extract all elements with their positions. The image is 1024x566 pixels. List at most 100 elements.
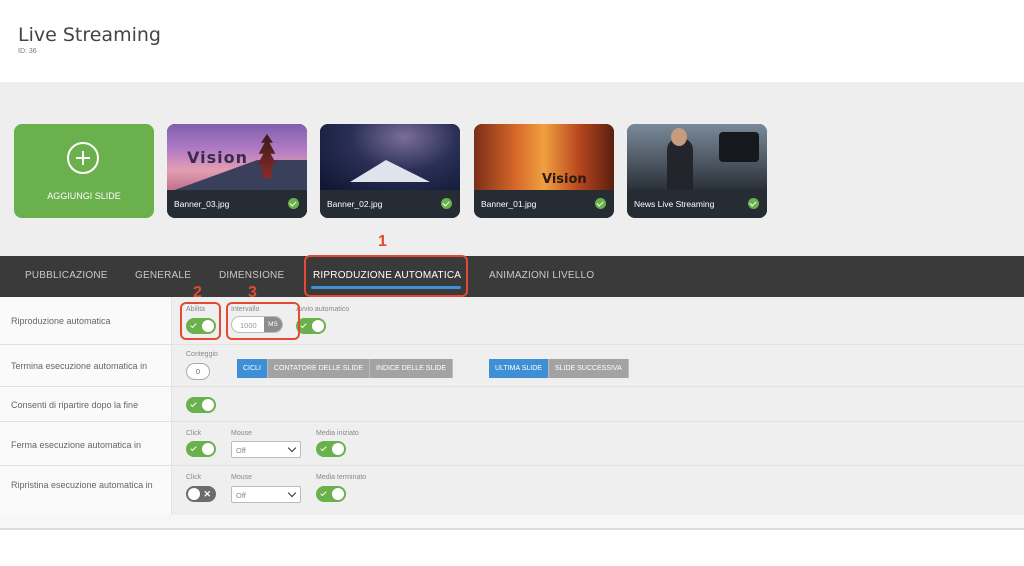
slide-thumbnail-camera [719,132,759,162]
tab-dimensione[interactable]: DIMENSIONE [219,270,284,281]
row-label-cell: Ferma esecuzione automatica in [0,422,172,465]
page-title: Live Streaming [18,24,161,46]
count-label: Conteggio [186,351,218,358]
row-label: Termina esecuzione automatica in [11,361,148,371]
slide-thumbnail-reporter-head [671,128,687,146]
slide-card[interactable]: Vision Banner_03.jpg [167,124,307,218]
media-label: Media terminato [316,474,367,481]
autostart-toggle[interactable] [296,318,326,334]
mouse-label: Mouse [231,474,253,481]
callout-box-2 [180,302,221,340]
callout-box-3 [226,302,300,340]
resume-media-toggle[interactable] [316,486,346,502]
slides-strip: AGGIUNGI SLIDE Vision Banner_03.jpg Bann… [0,82,1024,256]
slide-card[interactable]: News Live Streaming [627,124,767,218]
add-slide-label: AGGIUNGI SLIDE [47,191,121,201]
autoplay-row: Riproduzione automatica Abilita Interval… [0,297,1024,345]
toggle-knob [332,443,344,455]
restart-row: Consenti di ripartire dopo la fine [0,387,1024,422]
check-icon [320,444,327,452]
row-label: Ripristina esecuzione automatica in [11,480,153,490]
page-header: Live Streaming ID: 36 [0,0,1024,82]
resume-click-toggle[interactable]: ✕ [186,486,216,502]
row-label-cell: Consenti di ripartire dopo la fine [0,387,172,421]
slide-thumbnail-logo: Vision [187,148,248,167]
slide-name: Banner_01.jpg [481,199,537,209]
stop-autoplay-row: Ferma esecuzione automatica in Click Mou… [0,422,1024,466]
row-label: Riproduzione automatica [11,316,111,326]
end-mode-selector: CICLI CONTATORE DELLE SLIDE INDICE DELLE… [237,359,454,378]
click-label: Click [186,430,202,437]
callout-number-3: 3 [248,284,257,301]
slide-thumbnail: Vision [167,124,307,190]
row-label-cell: Ripristina esecuzione automatica in [0,466,172,515]
toggle-knob [332,488,344,500]
slide-card[interactable]: Banner_02.jpg [320,124,460,218]
media-label: Media iniziato [316,430,359,437]
check-circle-icon [748,198,759,209]
stop-click-toggle[interactable] [186,441,216,457]
tab-animazioni-livello[interactable]: ANIMAZIONI LIVELLO [489,270,594,281]
toggle-knob [202,443,214,455]
chevron-down-icon [287,443,297,453]
end-target-selector: ULTIMA SLIDE SLIDE SUCCESSIVA [489,359,629,378]
mode-option-cicli[interactable]: CICLI [237,359,268,378]
resume-autoplay-row: Ripristina esecuzione automatica in Clic… [0,466,1024,515]
slide-name: News Live Streaming [634,199,715,209]
mode-option-slide-index[interactable]: INDICE DELLE SLIDE [370,359,454,378]
row-label-cell: Termina esecuzione automatica in [0,345,172,386]
stop-media-toggle[interactable] [316,441,346,457]
page-id: ID: 36 [18,48,37,55]
chevron-down-icon [287,488,297,498]
check-icon [190,400,197,408]
check-icon [320,489,327,497]
toggle-knob [202,399,214,411]
autoplay-settings: Riproduzione automatica Abilita Interval… [0,297,1024,530]
callout-number-2: 2 [193,284,202,301]
row-content: Click ✕ Mouse Off Media terminato [172,466,1024,515]
select-value: Off [236,446,246,455]
row-content: Click Mouse Off Media iniziato [172,422,1024,465]
slide-card[interactable]: Vision Banner_01.jpg [474,124,614,218]
slide-footer: News Live Streaming [627,190,767,218]
tab-generale[interactable]: GENERALE [135,270,191,281]
slide-thumbnail [627,124,767,190]
check-circle-icon [595,198,606,209]
target-option-last-slide[interactable]: ULTIMA SLIDE [489,359,549,378]
select-value: Off [236,491,246,500]
row-label: Consenti di ripartire dopo la fine [11,400,139,410]
settings-tabs: PUBBLICAZIONE GENERALE DIMENSIONE RIPROD… [0,256,1024,297]
slide-footer: Banner_03.jpg [167,190,307,218]
callout-number-1: 1 [378,233,387,250]
resume-mouse-select[interactable]: Off [231,486,301,503]
add-slide-button[interactable]: AGGIUNGI SLIDE [14,124,154,218]
slide-name: Banner_02.jpg [327,199,383,209]
slide-name: Banner_03.jpg [174,199,230,209]
restart-toggle[interactable] [186,397,216,413]
row-label-cell: Riproduzione automatica [0,297,172,344]
target-option-next-slide[interactable]: SLIDE SUCCESSIVA [548,359,629,378]
count-input[interactable]: 0 [186,363,210,380]
slide-footer: Banner_02.jpg [320,190,460,218]
click-label: Click [186,474,202,481]
slide-footer: Banner_01.jpg [474,190,614,218]
slide-thumbnail [320,124,460,190]
tab-pubblicazione[interactable]: PUBBLICAZIONE [25,270,108,281]
row-label: Ferma esecuzione automatica in [11,440,142,450]
autostart-label: Avvio automatico [296,306,350,313]
toggle-knob [188,488,200,500]
slide-thumbnail-logo: Vision [542,172,587,187]
check-circle-icon [441,198,452,209]
row-content: Conteggio 0 CICLI CONTATORE DELLE SLIDE … [172,345,1024,386]
plus-circle-icon [67,142,99,174]
end-autoplay-row: Termina esecuzione automatica in Contegg… [0,345,1024,387]
check-circle-icon [288,198,299,209]
slide-thumbnail: Vision [474,124,614,190]
mouse-label: Mouse [231,430,253,437]
slide-thumbnail-peak [350,160,430,182]
toggle-knob [312,320,324,332]
mode-option-slide-counter[interactable]: CONTATORE DELLE SLIDE [267,359,370,378]
stop-mouse-select[interactable]: Off [231,441,301,458]
callout-box-1 [304,255,468,297]
close-icon: ✕ [203,489,211,499]
